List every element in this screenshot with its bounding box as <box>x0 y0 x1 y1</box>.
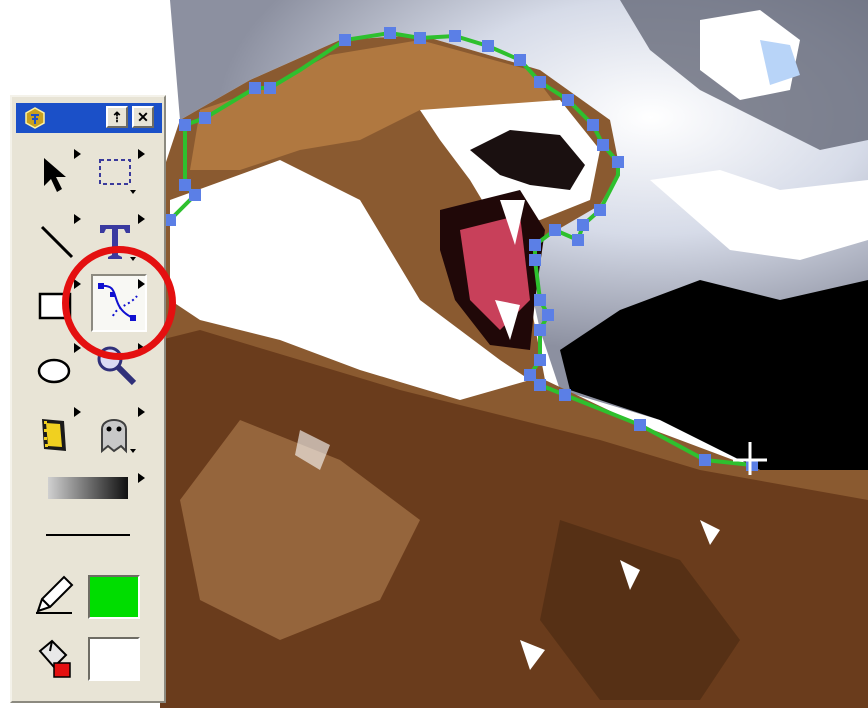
line-tool[interactable] <box>36 219 80 263</box>
path-anchor-point[interactable] <box>534 354 546 366</box>
ghost-icon <box>101 419 136 454</box>
path-anchor-point[interactable] <box>587 119 599 131</box>
path-anchor-point[interactable] <box>529 239 541 251</box>
diagonal-line-icon <box>40 225 74 259</box>
path-anchor-point[interactable] <box>559 389 571 401</box>
gradient-tool[interactable] <box>46 473 130 503</box>
path-anchor-point[interactable] <box>542 309 554 321</box>
film-strip-tool[interactable] <box>36 413 80 457</box>
stroke-thickness[interactable] <box>42 525 134 545</box>
ghost-flyout-arrow[interactable] <box>138 407 145 417</box>
path-anchor-point[interactable] <box>449 30 461 42</box>
path-anchor-point[interactable] <box>549 224 561 236</box>
path-anchor-point[interactable] <box>699 454 711 466</box>
film-strip-icon <box>42 419 66 451</box>
path-anchor-point[interactable] <box>249 82 261 94</box>
path-anchor-point[interactable] <box>562 94 574 106</box>
path-anchor-point[interactable] <box>482 40 494 52</box>
path-anchor-point[interactable] <box>612 156 624 168</box>
dashed-rectangle-icon <box>99 159 136 194</box>
path-anchor-point[interactable] <box>529 254 541 266</box>
path-anchor-point[interactable] <box>594 204 606 216</box>
path-anchor-point[interactable] <box>577 219 589 231</box>
path-anchor-point[interactable] <box>634 419 646 431</box>
path-anchor-point[interactable] <box>514 54 526 66</box>
path-anchor-point[interactable] <box>534 324 546 336</box>
ghost-tool[interactable] <box>94 411 138 455</box>
marquee-flyout-arrow[interactable] <box>138 149 145 159</box>
gradient-flyout-arrow[interactable] <box>138 473 145 483</box>
stroke-line-icon <box>46 534 130 536</box>
path-anchor-point[interactable] <box>339 34 351 46</box>
paint-bucket-icon <box>38 639 71 678</box>
ellipse-icon <box>37 358 71 384</box>
gradient-fill-icon <box>48 477 128 499</box>
text-flyout-arrow[interactable] <box>138 214 145 224</box>
marquee-tool[interactable] <box>94 152 138 196</box>
stroke-color-label <box>32 573 76 617</box>
path-anchor-point[interactable] <box>179 179 191 191</box>
toolbox-panel: ⇡ ✕ <box>10 95 166 703</box>
highlight-circle <box>62 246 176 360</box>
film-strip-flyout-arrow[interactable] <box>74 407 81 417</box>
path-anchor-point[interactable] <box>179 119 191 131</box>
pencil-icon <box>36 575 74 614</box>
path-anchor-point[interactable] <box>199 112 211 124</box>
line-flyout-arrow[interactable] <box>74 214 81 224</box>
stroke-color-swatch[interactable] <box>88 575 140 619</box>
fill-color-swatch[interactable] <box>88 637 140 681</box>
fill-color-label <box>32 637 76 681</box>
path-anchor-point[interactable] <box>384 27 396 39</box>
close-button[interactable]: ✕ <box>132 106 154 128</box>
path-anchor-point[interactable] <box>264 82 276 94</box>
path-anchor-point[interactable] <box>534 76 546 88</box>
path-anchor-point[interactable] <box>534 294 546 306</box>
path-anchor-point[interactable] <box>572 234 584 246</box>
fireworks-app-icon <box>25 107 45 129</box>
path-anchor-point[interactable] <box>534 379 546 391</box>
collapse-button[interactable]: ⇡ <box>106 106 128 128</box>
path-anchor-point[interactable] <box>414 32 426 44</box>
pointer-flyout-arrow[interactable] <box>74 149 81 159</box>
toolbox-titlebar[interactable]: ⇡ ✕ <box>16 103 162 133</box>
path-anchor-point[interactable] <box>597 139 609 151</box>
ellipse-tool[interactable] <box>36 349 80 393</box>
